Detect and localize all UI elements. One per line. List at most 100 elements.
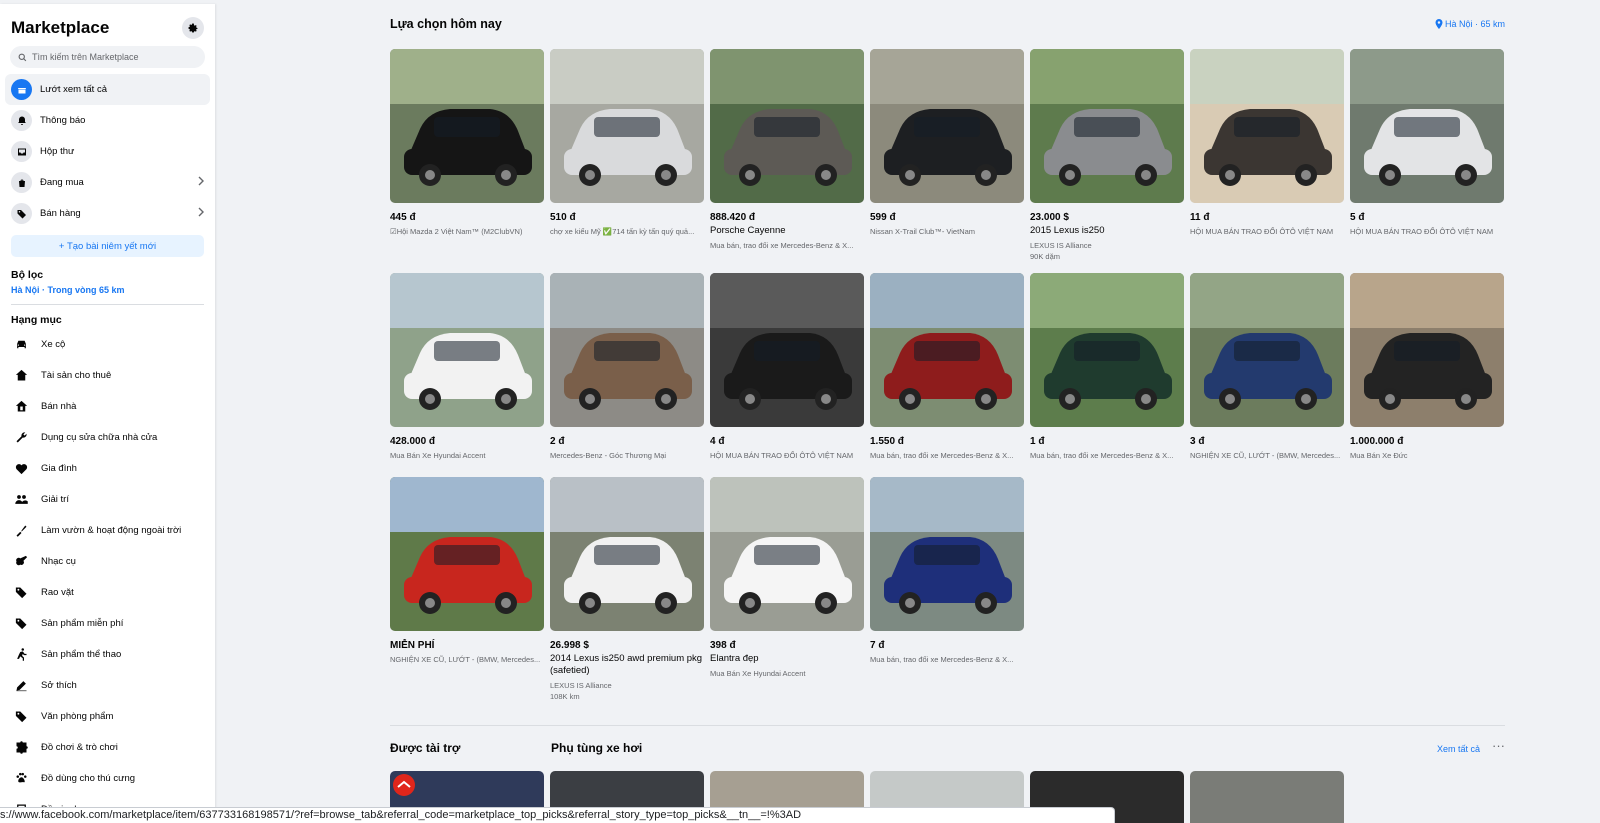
category-label: Làm vườn & hoạt động ngoài trời xyxy=(41,525,182,536)
category-gia-dinh[interactable]: Gia đình xyxy=(0,453,215,484)
listing-card[interactable]: 510 đ chợ xe kiểu Mỹ ✅714 tấn kỳ tấn quý … xyxy=(550,49,704,236)
listing-card[interactable]: 888.420 đ Porsche Cayenne Mua bán, trao đổ… xyxy=(710,49,864,250)
guitar-icon xyxy=(11,554,31,569)
gear-icon[interactable] xyxy=(182,17,204,39)
listing-card[interactable]: 398 đ Elantra đẹp Mua Bán Xe Hyundai Accen… xyxy=(710,477,864,678)
car-icon xyxy=(11,337,31,352)
listing-group: Mua bán, trao đổi xe Mercedes-Benz & X..… xyxy=(870,655,1014,664)
category-label: Sản phẩm thể thao xyxy=(41,649,122,660)
sidebar-item-thong-bao[interactable]: Thông báo xyxy=(5,105,210,136)
sidebar-item-label: Đang mua xyxy=(40,177,84,188)
listing-price: 3 đ xyxy=(1190,436,1205,447)
listing-group: Mercedes-Benz - Góc Thương Mại xyxy=(550,451,667,460)
listing-card[interactable]: 11 đ HỘI MUA BÁN TRAO ĐỔI ÔTÔ VIỆT NAM xyxy=(1190,49,1344,236)
people-icon xyxy=(11,492,31,507)
listing-image[interactable] xyxy=(550,49,704,203)
listing-card[interactable]: 599 đ Nissan X-Trail Club™- VietNam xyxy=(870,49,1024,236)
listing-image[interactable] xyxy=(1030,49,1184,203)
chevron-right-icon xyxy=(198,176,204,186)
listing-image[interactable] xyxy=(1350,49,1504,203)
sidebar-item-label: Thông báo xyxy=(40,115,86,126)
listing-image[interactable] xyxy=(1030,273,1184,427)
sidebar-item-ban-hang[interactable]: Bán hàng xyxy=(5,198,210,229)
pen-icon xyxy=(11,678,31,693)
listing-card[interactable]: MIỄN PHÍ NGHIỆN XE CŨ, LƯỚT - (BMW, Merce… xyxy=(390,477,544,664)
category-xe-co[interactable]: Xe cộ xyxy=(0,329,215,360)
category-do-dung-cho-thu-cung[interactable]: Đồ dùng cho thú cưng xyxy=(0,763,215,794)
listing-price: 26.998 $ xyxy=(550,640,589,651)
sidebar-header: Marketplace xyxy=(0,4,215,40)
category-san-pham-mien-phi[interactable]: Sản phẩm miễn phí xyxy=(0,608,215,639)
category-lam-vuon-hoat-dong-ngoai-troi[interactable]: Làm vườn & hoạt động ngoài trời xyxy=(0,515,215,546)
listing-group: chợ xe kiểu Mỹ ✅714 tấn kỳ tấn quý quả..… xyxy=(550,227,695,236)
category-dung-cu-sua-chua-nha-cua[interactable]: Dụng cụ sửa chữa nhà cửa xyxy=(0,422,215,453)
section-header: Lựa chọn hôm nay Hà Nội · 65 km xyxy=(390,17,1505,31)
category-van-phong-pham[interactable]: Văn phòng phẩm xyxy=(0,701,215,732)
listing-card[interactable]: 26.998 $ 2014 Lexus is250 awd premium pkg… xyxy=(550,477,704,701)
listing-title: 2014 Lexus is250 awd premium pkg (safeti… xyxy=(550,653,703,676)
listing-card[interactable]: 4 đ HỘI MUA BÁN TRAO ĐỔI ÔTÔ VIỆT NAM xyxy=(710,273,864,460)
listing-image[interactable] xyxy=(1350,273,1504,427)
free-tag-icon xyxy=(11,616,31,631)
listing-image[interactable] xyxy=(1190,273,1344,427)
listing-image[interactable] xyxy=(550,273,704,427)
listing-card[interactable]: 445 đ ☑Hội Mazda 2 Việt Nam™ (M2ClubVN) xyxy=(390,49,544,236)
listing-card[interactable]: 7 đ Mua bán, trao đổi xe Mercedes-Benz & … xyxy=(870,477,1024,664)
category-label: Tài sản cho thuê xyxy=(41,370,112,381)
parts-thumbnail[interactable] xyxy=(1190,771,1344,823)
listing-price: 2 đ xyxy=(550,436,565,447)
filter-location-link[interactable]: Hà Nội · Trong vòng 65 km xyxy=(0,281,215,295)
category-nhac-cu[interactable]: Nhạc cụ xyxy=(0,546,215,577)
category-ban-nha[interactable]: Bán nhà xyxy=(0,391,215,422)
garden-icon xyxy=(11,523,31,538)
sidebar-item-label: Bán hàng xyxy=(40,208,81,219)
sidebar-item-luot-xem-tat-ca[interactable]: Lướt xem tất cả xyxy=(5,74,210,105)
sidebar-item-hop-thu[interactable]: Hộp thư xyxy=(5,136,210,167)
listing-card[interactable]: 23.000 $ 2015 Lexus is250 LEXUS IS Allianc… xyxy=(1030,49,1184,261)
listing-card[interactable]: 1 đ Mua bán, trao đổi xe Mercedes-Benz & … xyxy=(1030,273,1184,460)
category-label: Giải trí xyxy=(41,494,69,505)
listing-image[interactable] xyxy=(550,477,704,631)
listing-card[interactable]: 1.550 đ Mua bán, trao đổi xe Mercedes-Ben… xyxy=(870,273,1024,460)
location-link[interactable]: Hà Nội · 65 km xyxy=(1435,17,1505,31)
listing-image[interactable] xyxy=(710,477,864,631)
listing-image[interactable] xyxy=(710,49,864,203)
listing-card[interactable]: 2 đ Mercedes-Benz - Góc Thương Mại xyxy=(550,273,704,460)
listing-group: Mua Bán Xe Hyundai Accent xyxy=(710,669,806,678)
listing-price: 1.000.000 đ xyxy=(1350,436,1404,447)
listing-image[interactable] xyxy=(390,49,544,203)
search-input[interactable] xyxy=(32,52,192,62)
listing-image[interactable] xyxy=(870,273,1024,427)
listing-image[interactable] xyxy=(870,49,1024,203)
category-tai-san-cho-thue[interactable]: Tài sản cho thuê xyxy=(0,360,215,391)
listing-price: 1 đ xyxy=(1030,436,1045,447)
category-san-pham-the-thao[interactable]: Sản phẩm thể thao xyxy=(0,639,215,670)
listing-image[interactable] xyxy=(1190,49,1344,203)
listing-image[interactable] xyxy=(710,273,864,427)
create-listing-button[interactable]: + Tạo bài niêm yết mới xyxy=(11,235,204,257)
listing-image[interactable] xyxy=(870,477,1024,631)
listing-card[interactable]: 5 đ HỘI MUA BÁN TRAO ĐỔI ÔTÔ VIỆT NAM xyxy=(1350,49,1504,236)
sidebar-item-dang-mua[interactable]: Đang mua xyxy=(5,167,210,198)
listing-group: Mua Bán Xe Hyundai Accent xyxy=(390,451,486,460)
category-rao-vat[interactable]: Rao vặt xyxy=(0,577,215,608)
listing-price: 888.420 đ xyxy=(710,212,756,223)
divider xyxy=(390,725,1505,726)
filter-title: Bộ lọc xyxy=(11,269,44,281)
paw-icon xyxy=(11,771,31,786)
listing-image[interactable] xyxy=(390,273,544,427)
listing-card[interactable]: 428.000 đ Mua Bán Xe Hyundai Accent xyxy=(390,273,544,460)
category-label: Dụng cụ sửa chữa nhà cửa xyxy=(41,432,158,443)
more-options-icon[interactable]: ··· xyxy=(1492,738,1505,753)
category-giai-tri[interactable]: Giải trí xyxy=(0,484,215,515)
category-do-choi-tro-choi[interactable]: Đồ chơi & trò chơi xyxy=(0,732,215,763)
categories-title: Hạng mục xyxy=(11,314,62,326)
category-so-thich[interactable]: Sở thích xyxy=(0,670,215,701)
listing-group: Nissan X-Trail Club™- VietNam xyxy=(870,227,976,236)
listing-card[interactable]: 1.000.000 đ Mua Bán Xe Đức xyxy=(1350,273,1504,460)
see-all-link[interactable]: Xem tất cả xyxy=(1437,744,1480,754)
listing-card[interactable]: 3 đ NGHIỆN XE CŨ, LƯỚT - (BMW, Mercedes..… xyxy=(1190,273,1344,460)
listing-image[interactable] xyxy=(390,477,544,631)
tag-icon xyxy=(11,709,31,724)
marketplace-search[interactable] xyxy=(10,46,205,68)
